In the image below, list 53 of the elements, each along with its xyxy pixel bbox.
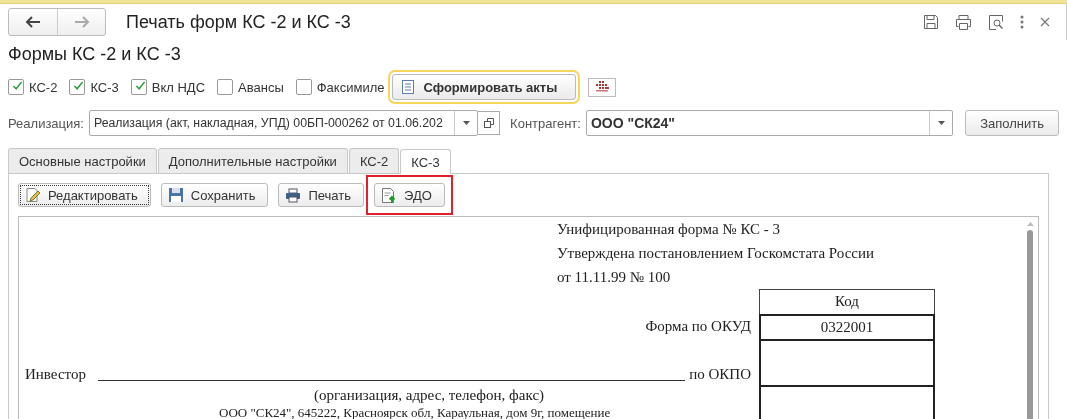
printer-icon — [285, 187, 302, 203]
okud-label: Форма по ОКУД — [645, 318, 751, 334]
table-cell: 0322001 — [759, 314, 935, 339]
checkbox[interactable] — [217, 79, 234, 95]
document-upload-icon — [381, 186, 397, 204]
form-header-line: Утверждена постановлением Госкомстата России — [557, 244, 876, 263]
toolbar-button[interactable]: Печать — [278, 183, 364, 207]
investor-value: ООО "СК24", 645222, Красноярск обл, Караульная, дом 9г, помещение — [218, 405, 611, 419]
dropdown-icon[interactable] — [462, 121, 470, 125]
scrollbar[interactable] — [1025, 219, 1035, 419]
field-label: Контрагент: — [510, 115, 581, 131]
checkbox-option[interactable]: КС-2 — [8, 79, 58, 95]
document-icon — [401, 79, 416, 95]
checkbox[interactable] — [130, 79, 147, 95]
preview-icon[interactable] — [988, 14, 1004, 30]
okpo-label: по ОКПО — [689, 366, 751, 383]
counterparty-field[interactable]: ООО "СК24" — [585, 110, 954, 136]
close-icon[interactable] — [1040, 17, 1050, 27]
toolbar-button[interactable]: ЭДО — [374, 183, 445, 207]
logo-button[interactable] — [588, 77, 617, 97]
left-arrow-icon — [25, 16, 41, 28]
open-button[interactable] — [478, 111, 501, 135]
investor-label: Инвестор — [25, 366, 86, 383]
checkbox-option[interactable]: Авансы — [217, 79, 284, 95]
toolbar-button[interactable]: Сохранить — [160, 183, 269, 207]
table-cell: Код — [759, 289, 935, 314]
checkbox[interactable] — [8, 79, 24, 95]
checkbox-option[interactable]: Факсимиле — [295, 79, 385, 95]
caption-text: (организация, адрес, телефон, факс) — [312, 386, 546, 405]
checkbox[interactable] — [69, 79, 86, 95]
toolbar-button[interactable]: Редактировать — [18, 183, 151, 207]
windows-icon — [483, 118, 494, 128]
dropdown-icon[interactable] — [937, 121, 945, 125]
floppy-icon — [167, 187, 184, 203]
checkbox[interactable] — [295, 79, 312, 95]
pencil-icon — [25, 187, 41, 203]
save-icon[interactable] — [923, 14, 939, 30]
print-icon[interactable] — [955, 14, 972, 30]
realization-field[interactable]: Реализация (акт, накладная, УПД) 00БП-000262 от 01.06.202 — [88, 110, 479, 136]
form-header-line: Унифицированная форма № КС - 3 — [557, 220, 782, 239]
form-header-line: от 11.11.99 № 100 — [557, 268, 672, 287]
tab[interactable]: КС-2 — [348, 148, 400, 173]
tab[interactable]: Основные настройки — [8, 148, 157, 173]
tab[interactable]: КС-3 — [400, 149, 451, 174]
right-arrow-icon — [73, 16, 90, 28]
form-heading: Формы КС -2 и КС -3 — [7, 43, 182, 66]
checkbox-option[interactable]: Вкл НДС — [130, 79, 206, 95]
field-label: Реализация: — [8, 115, 84, 131]
checkbox-option[interactable]: КС-3 — [69, 79, 119, 95]
more-icon[interactable] — [1020, 15, 1024, 29]
fill-button[interactable]: Заполнить — [965, 110, 1059, 136]
tab[interactable]: Дополнительные настройки — [157, 148, 348, 173]
window-title: Печать форм КС -2 и КС -3 — [126, 11, 351, 33]
